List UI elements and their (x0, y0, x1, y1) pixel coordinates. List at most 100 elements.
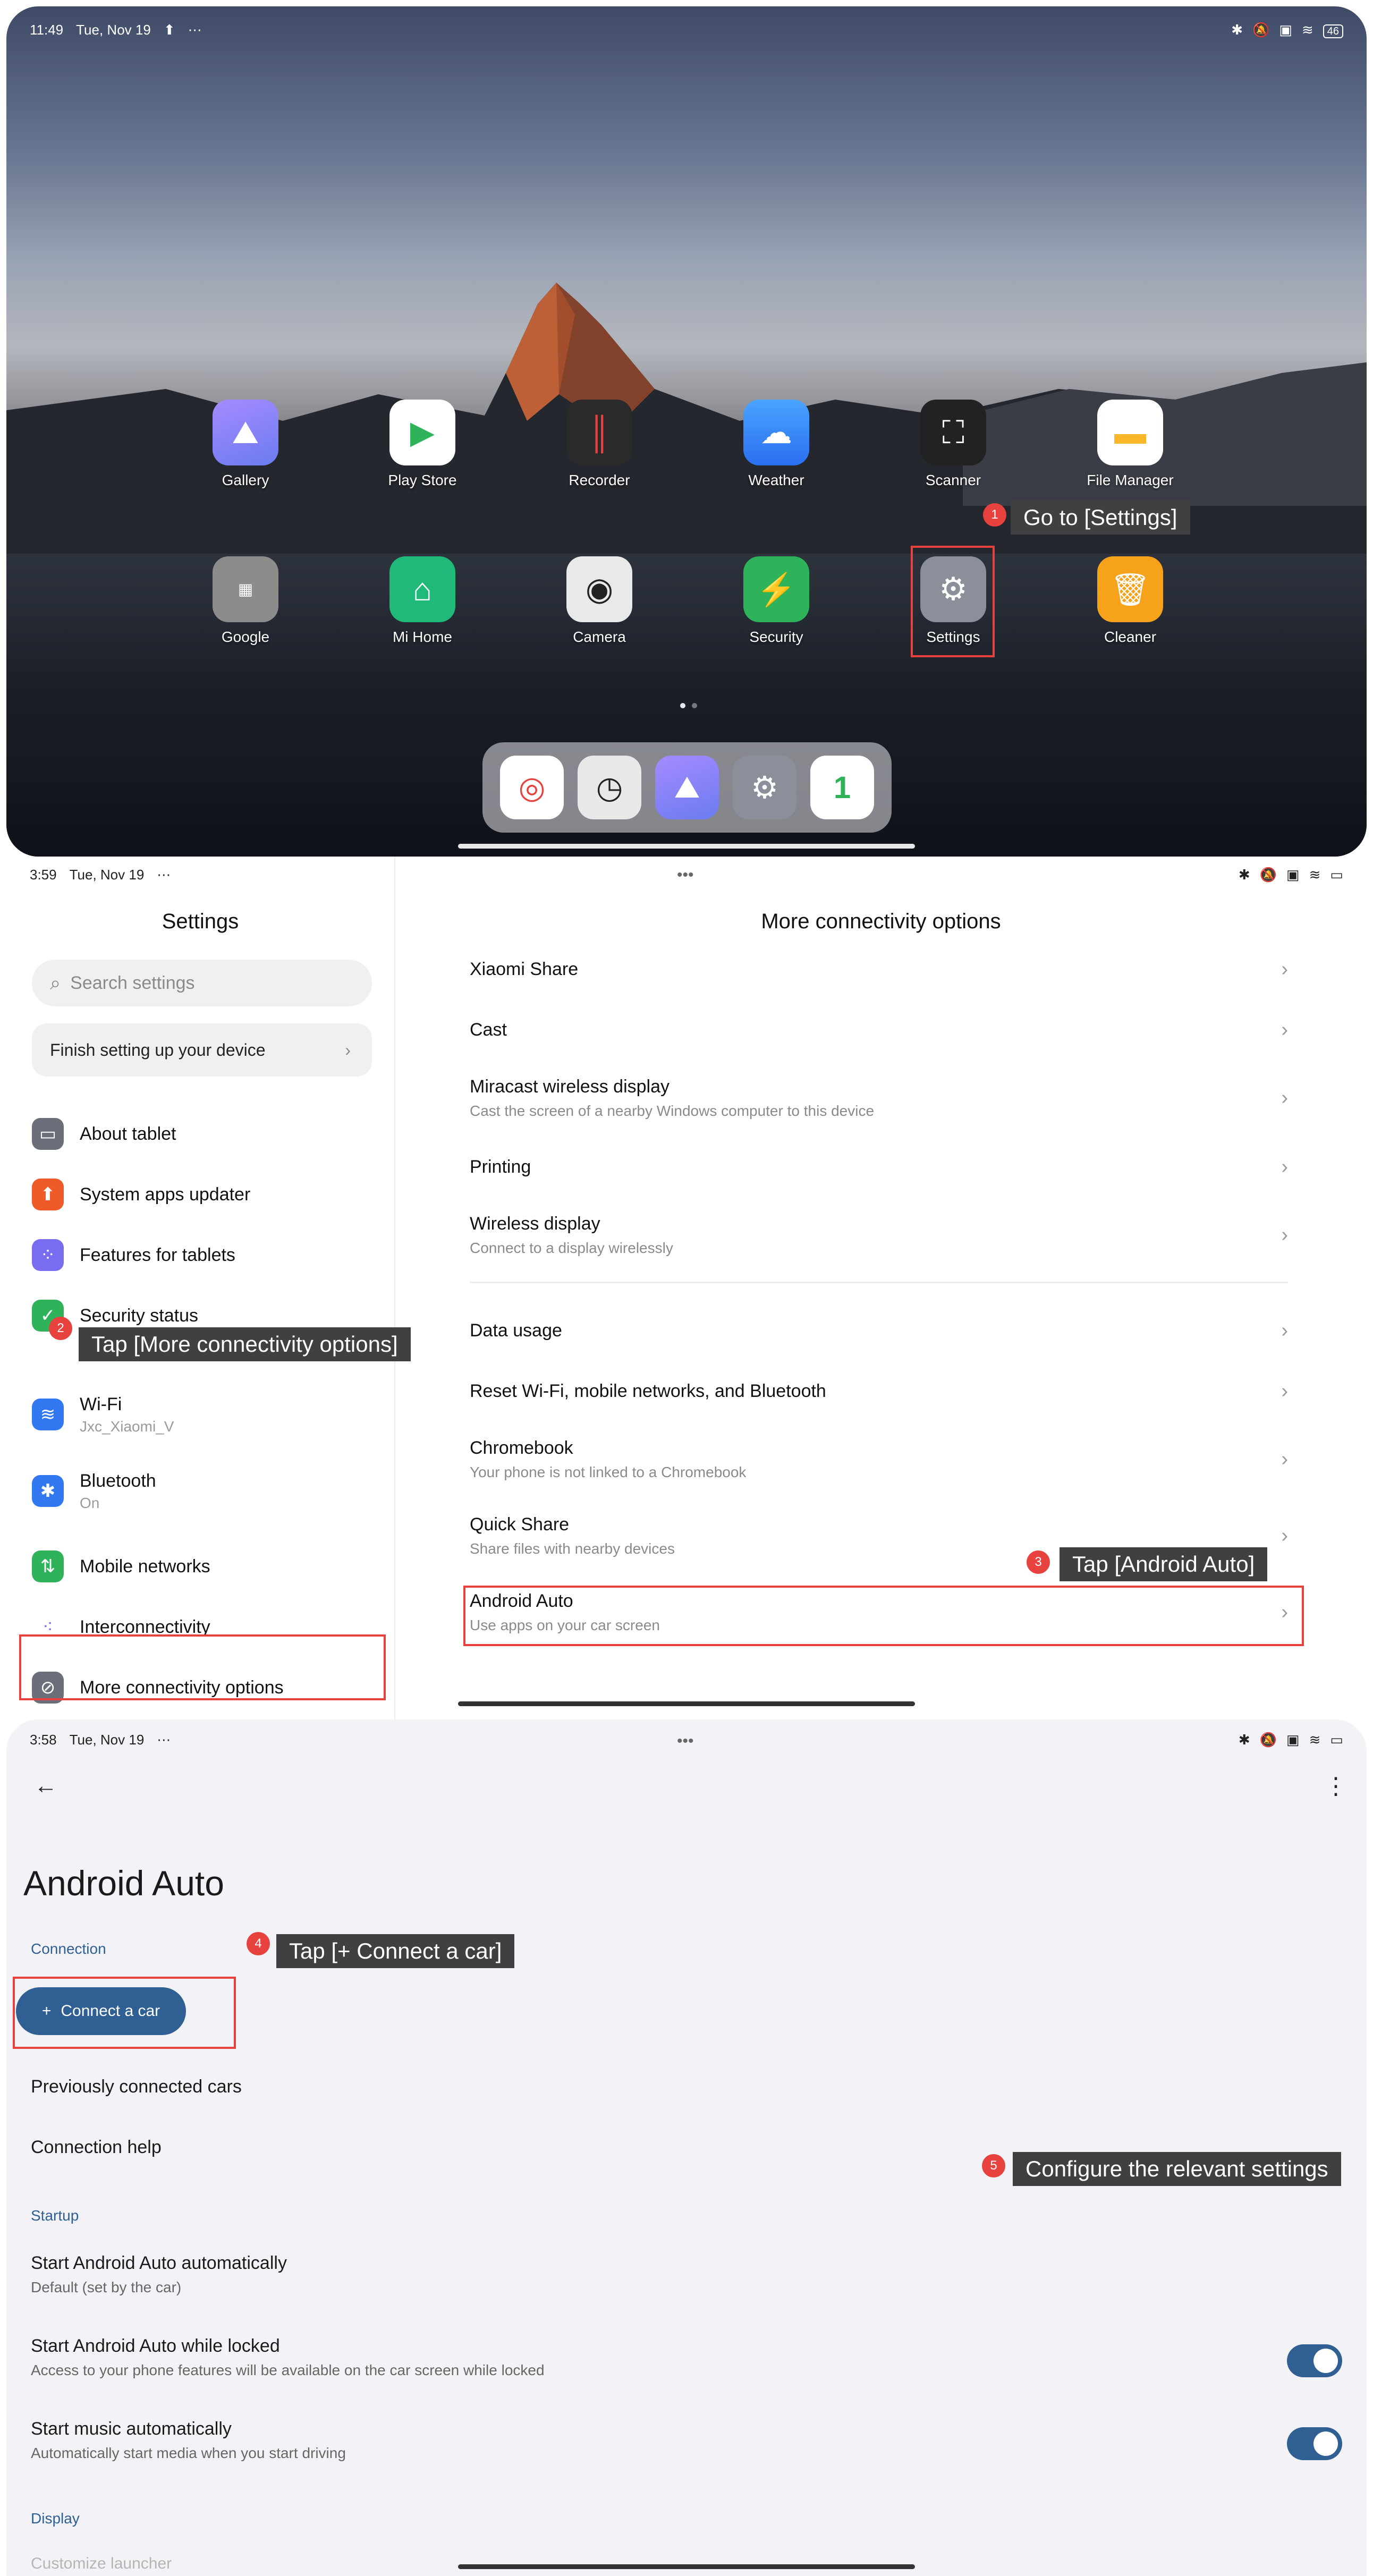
back-arrow-icon[interactable]: ← (34, 1773, 57, 1799)
page-title: More connectivity options (761, 910, 1001, 933)
home-gesture-bar[interactable] (458, 844, 915, 849)
sidebar-item-label: Security status (80, 1305, 198, 1326)
step-badge-1: 1 (983, 503, 1006, 527)
one-app-icon[interactable]: 1 (810, 756, 874, 819)
bluetooth-icon: ✱ (1238, 1731, 1250, 1748)
row-subtitle: Access to your phone features will be av… (31, 2362, 545, 2378)
settings-sidebar: Settings ⌕ Search settings Finish setting… (6, 857, 395, 1723)
settings-gear-icon[interactable]: ⚙ (733, 756, 796, 819)
row-data-usage[interactable]: Data usage › (470, 1309, 1288, 1352)
app-label: File Manager (1087, 472, 1174, 488)
app-gallery[interactable]: ⛰ Gallery (182, 400, 309, 489)
section-divider (470, 1282, 1288, 1283)
row-connection-help[interactable]: Connection help (31, 2137, 162, 2158)
sidebar-item-sub: Jxc_Xiaomi_V (80, 1418, 174, 1435)
row-start-automatically[interactable]: Start Android Auto automatically Default … (31, 2253, 287, 2296)
app-google-folder[interactable]: ▦ Google (182, 556, 309, 646)
chrome-icon[interactable]: ◎ (500, 756, 564, 819)
upload-icon: ⬆ (163, 21, 175, 38)
row-customize-launcher[interactable]: Customize launcher (31, 2555, 172, 2573)
android-auto-screen: 3:58 Tue, Nov 19 ⋯ ✱ 🔕 ▣ ≋ ▭ ••• ← ⋮ Android A… (6, 1719, 1367, 2576)
app-scanner[interactable]: ⛶ Scanner (889, 400, 1017, 489)
app-camera[interactable]: ◉ Camera (536, 556, 663, 646)
chevron-right-icon: › (345, 1040, 351, 1060)
row-title: Reset Wi-Fi, mobile networks, and Blueto… (470, 1380, 826, 1401)
clock-icon[interactable]: ◷ (578, 756, 641, 819)
row-subtitle: Share files with nearby devices (470, 1540, 675, 1557)
app-recorder[interactable]: ║ Recorder (536, 400, 663, 489)
sidebar-item-wifi[interactable]: ≋ Wi-Fi Jxc_Xiaomi_V (32, 1388, 174, 1441)
row-miracast[interactable]: Miracast wireless display Cast the screen… (470, 1066, 1288, 1130)
finish-setup-card[interactable]: Finish setting up your device › (32, 1023, 372, 1077)
search-input[interactable]: ⌕ Search settings (32, 960, 372, 1006)
app-label: Camera (573, 629, 626, 645)
mute-icon: 🔕 (1252, 21, 1270, 38)
chevron-right-icon: › (1281, 1524, 1288, 1547)
grid-icon: ⁘ (32, 1239, 64, 1271)
toggle-start-music[interactable] (1287, 2427, 1342, 2460)
search-placeholder: Search settings (70, 972, 195, 993)
row-reset-networks[interactable]: Reset Wi-Fi, mobile networks, and Blueto… (470, 1370, 1288, 1412)
app-weather[interactable]: ☁ Weather (713, 400, 840, 489)
recorder-icon: ║ (566, 400, 632, 465)
overflow-menu-icon[interactable]: ⋮ (1324, 1773, 1347, 1800)
sidebar-item-label: System apps updater (80, 1184, 251, 1205)
step-callout-4: Tap [+ Connect a car] (276, 1934, 515, 1968)
sidebar-item-features-for-tablets[interactable]: ⁘ Features for tablets (32, 1234, 235, 1276)
row-start-while-locked[interactable]: Start Android Auto while locked Access to… (31, 2336, 545, 2379)
app-mi-home[interactable]: ⌂ Mi Home (359, 556, 486, 646)
row-printing[interactable]: Printing › (470, 1146, 1288, 1188)
sidebar-item-bluetooth[interactable]: ✱ Bluetooth On (32, 1464, 156, 1518)
app-security[interactable]: ⚡ Security (713, 556, 840, 646)
row-title: Customize launcher (31, 2555, 172, 2572)
home-gesture-bar[interactable] (458, 1701, 915, 1706)
gallery-icon: ⛰ (213, 400, 278, 465)
app-play-store[interactable]: ▶ Play Store (359, 400, 486, 489)
sidebar-item-label: Bluetooth (80, 1470, 156, 1491)
step-callout-5: Configure the relevant settings (1013, 2152, 1341, 2186)
app-label: Scanner (925, 472, 981, 488)
app-label: Weather (748, 472, 804, 488)
highlight-settings (911, 546, 995, 657)
chevron-right-icon: › (1281, 957, 1288, 980)
cleaner-icon: 🗑 (1097, 556, 1163, 622)
chevron-right-icon: › (1281, 1155, 1288, 1178)
section-connection: Connection (31, 1941, 106, 1957)
app-file-manager[interactable]: ▬ File Manager (1066, 400, 1194, 489)
page-title: Android Auto (23, 1863, 224, 1903)
section-display: Display (31, 2510, 80, 2527)
app-label: Recorder (569, 472, 630, 488)
row-title: Miracast wireless display (470, 1076, 669, 1097)
row-chromebook[interactable]: Chromebook Your phone is not linked to a … (470, 1427, 1288, 1491)
sidebar-item-system-apps-updater[interactable]: ⬆ System apps updater (32, 1173, 250, 1216)
sidebar-item-label: Wi-Fi (80, 1394, 122, 1414)
home-gesture-bar[interactable] (458, 2564, 915, 2569)
step-badge-5: 5 (982, 2154, 1005, 2177)
section-startup: Startup (31, 2207, 79, 2224)
gallery-icon[interactable]: ⛰ (655, 756, 719, 819)
row-previously-connected[interactable]: Previously connected cars (31, 2077, 242, 2097)
tablet-icon: ▭ (32, 1118, 64, 1150)
settings-screen: 3:59 Tue, Nov 19 ⋯ ✱ 🔕 ▣ ≋ ▭ ••• Settings ⌕ Sea… (6, 857, 1367, 1723)
sidebar-item-label: Mobile networks (80, 1556, 210, 1577)
sidebar-item-mobile-networks[interactable]: ⇅ Mobile networks (32, 1545, 210, 1588)
signal-icon: ⇅ (32, 1550, 64, 1582)
window-handle-icon[interactable]: ••• (677, 1732, 694, 1750)
row-subtitle: Default (set by the car) (31, 2279, 182, 2295)
toggle-start-while-locked[interactable] (1287, 2344, 1342, 2377)
chevron-right-icon: › (1281, 1319, 1288, 1342)
row-cast[interactable]: Cast › (470, 1009, 1288, 1051)
sidebar-title: Settings (162, 910, 239, 933)
row-start-music[interactable]: Start music automatically Automatically s… (31, 2419, 346, 2462)
status-time: 3:58 (30, 1731, 57, 1748)
wifi-icon: ≋ (1309, 1731, 1321, 1748)
app-cleaner[interactable]: 🗑 Cleaner (1066, 556, 1194, 646)
app-label: Gallery (222, 472, 269, 488)
row-xiaomi-share[interactable]: Xiaomi Share › (470, 948, 1288, 990)
sidebar-item-about-tablet[interactable]: ▭ About tablet (32, 1113, 176, 1155)
highlight-connect-car (13, 1977, 236, 2049)
row-wireless-display[interactable]: Wireless display Connect to a display wir… (470, 1203, 1288, 1267)
row-title: Previously connected cars (31, 2077, 242, 2097)
wifi-icon: ≋ (32, 1399, 64, 1430)
battery-icon: ▭ (1330, 1731, 1343, 1748)
